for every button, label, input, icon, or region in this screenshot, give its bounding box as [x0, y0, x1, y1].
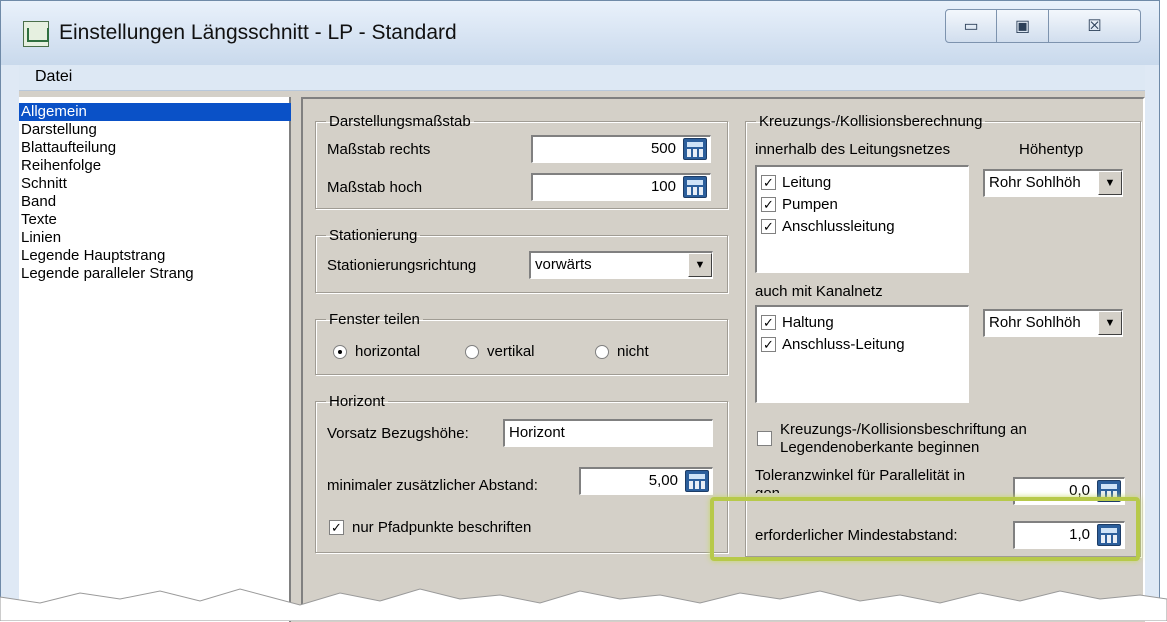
list-item-label: Leitung: [782, 173, 832, 191]
toleranzwinkel-line2: gon: [755, 485, 780, 493]
minimaler-abstand-field[interactable]: 5,00: [579, 467, 713, 495]
minimaler-abstand-value: 5,00: [648, 472, 678, 489]
pfadpunkte-checkbox[interactable]: ✓ nur Pfadpunkte beschriften: [329, 519, 531, 536]
list-item-label: Haltung: [782, 313, 834, 331]
category-item-allgemein[interactable]: Allgemein: [19, 103, 291, 121]
massstab-hoch-field[interactable]: 100: [531, 173, 711, 201]
checkmark-icon: ✓: [761, 315, 776, 330]
checkmark-icon: ✓: [329, 520, 344, 535]
group-title-stationierung: Stationierung: [329, 227, 418, 244]
list-item-label: Pumpen: [782, 195, 838, 213]
list-item-label: Anschluss-Leitung: [782, 335, 905, 353]
massstab-rechts-value: 500: [650, 140, 676, 157]
group-title-kreuzung-kollision: Kreuzungs-/Kollisionsberechnung: [759, 113, 983, 130]
minimaler-abstand-label: minimaler zusätzlicher Abstand:: [327, 477, 538, 494]
minimize-icon: ▭: [963, 18, 979, 35]
maximize-button[interactable]: ▣: [997, 9, 1049, 43]
radio-vertikal-label: vertikal: [487, 343, 535, 360]
group-title-horizont: Horizont: [329, 393, 385, 410]
radio-nicht-label: nicht: [617, 343, 649, 360]
vorsatz-bezugshoehe-input[interactable]: Horizont: [503, 419, 713, 447]
chevron-down-icon[interactable]: ▼: [688, 253, 712, 277]
list-item-label: Anschlussleitung: [782, 217, 895, 235]
radio-nicht[interactable]: nicht: [595, 343, 649, 360]
close-button[interactable]: ☒: [1049, 9, 1141, 43]
massstab-rechts-field[interactable]: 500: [531, 135, 711, 163]
list-item[interactable]: ✓ Anschlussleitung: [761, 215, 968, 237]
list-item[interactable]: ✓ Leitung: [761, 171, 968, 193]
torn-edge: [0, 588, 1167, 621]
category-list[interactable]: Allgemein Darstellung Blattaufteilung Re…: [19, 97, 291, 622]
radio-horizontal-label: horizontal: [355, 343, 421, 360]
stationierungsrichtung-value: vorwärts: [535, 256, 592, 273]
category-item-legende-hauptstrang[interactable]: Legende Hauptstrang: [19, 247, 289, 265]
kanal-hoehentyp-value: Rohr Sohlhöh: [989, 314, 1081, 331]
radio-dot-icon: [595, 344, 609, 359]
calculator-icon[interactable]: [685, 470, 709, 492]
category-item-schnitt[interactable]: Schnitt: [19, 175, 289, 193]
massstab-rechts-label: Maßstab rechts: [327, 141, 431, 158]
category-item-linien[interactable]: Linien: [19, 229, 289, 247]
menu-bar: Datei: [19, 65, 1145, 91]
group-title-darstellungsmassstab: Darstellungsmaßstab: [329, 113, 471, 130]
calculator-icon[interactable]: [683, 176, 707, 198]
beschriftung-label: Kreuzungs-/Kollisionsbeschriftung an Leg…: [780, 421, 1027, 457]
list-item[interactable]: ✓ Anschluss-Leitung: [761, 333, 968, 355]
checkmark-icon: ✓: [761, 197, 776, 212]
category-item-darstellung[interactable]: Darstellung: [19, 121, 289, 139]
minimize-button[interactable]: ▭: [945, 9, 997, 43]
checkmark-icon: ✓: [761, 219, 776, 234]
category-item-band[interactable]: Band: [19, 193, 289, 211]
calculator-icon[interactable]: [683, 138, 707, 160]
leitungsnetz-label: innerhalb des Leitungsnetzes: [755, 141, 951, 158]
checkmark-icon: ✓: [761, 175, 776, 190]
hoehentyp-select[interactable]: Rohr Sohlhöh ▼: [983, 169, 1123, 197]
menu-datei[interactable]: Datei: [35, 68, 72, 85]
vorsatz-bezugshoehe-value: Horizont: [509, 424, 565, 441]
kanalnetz-label: auch mit Kanalnetz: [755, 283, 883, 300]
window-title: Einstellungen Längsschnitt - LP - Standa…: [59, 21, 457, 44]
app-icon: [23, 21, 49, 47]
highlight-frame: [710, 497, 1140, 561]
list-item[interactable]: ✓ Haltung: [761, 311, 968, 333]
hoehentyp-value: Rohr Sohlhöh: [989, 174, 1081, 191]
title-bar: Einstellungen Längsschnitt - LP - Standa…: [1, 1, 1159, 65]
massstab-hoch-value: 100: [650, 178, 676, 195]
hoehentyp-label: Höhentyp: [1019, 141, 1084, 158]
beschriftung-line2: Legendenoberkante beginnen: [780, 439, 980, 456]
close-icon: ☒: [1087, 18, 1102, 35]
beschriftung-checkbox[interactable]: Kreuzungs-/Kollisionsbeschriftung an Leg…: [757, 421, 1027, 457]
beschriftung-line1: Kreuzungs-/Kollisionsbeschriftung an: [780, 421, 1027, 438]
radio-dot-icon: [465, 344, 479, 359]
radio-dot-icon: [333, 344, 347, 359]
maximize-icon: ▣: [1014, 18, 1031, 35]
vorsatz-bezugshoehe-label: Vorsatz Bezugshöhe:: [327, 425, 469, 442]
chevron-down-icon[interactable]: ▼: [1098, 171, 1122, 195]
stationierungsrichtung-label: Stationierungsrichtung: [327, 257, 477, 274]
massstab-hoch-label: Maßstab hoch: [327, 179, 423, 196]
radio-horizontal[interactable]: horizontal: [333, 343, 420, 360]
pfadpunkte-label: nur Pfadpunkte beschriften: [352, 519, 532, 536]
radio-vertikal[interactable]: vertikal: [465, 343, 535, 360]
chevron-down-icon[interactable]: ▼: [1098, 311, 1122, 335]
checkmark-icon: ✓: [761, 337, 776, 352]
checkbox-icon: [757, 431, 772, 446]
toleranzwinkel-line1: Toleranzwinkel für Parallelität in: [755, 467, 966, 484]
group-title-fenster-teilen: Fenster teilen: [329, 311, 420, 328]
kanal-hoehentyp-select[interactable]: Rohr Sohlhöh ▼: [983, 309, 1123, 337]
category-item-texte[interactable]: Texte: [19, 211, 289, 229]
leitungsnetz-list[interactable]: ✓ Leitung ✓ Pumpen ✓ Anschlussleitung: [755, 165, 969, 273]
kanalnetz-list[interactable]: ✓ Haltung ✓ Anschluss-Leitung: [755, 305, 969, 403]
window-controls: ▭ ▣ ☒: [945, 9, 1141, 43]
category-item-blattaufteilung[interactable]: Blattaufteilung: [19, 139, 289, 157]
toleranzwinkel-label: Toleranzwinkel für Parallelität in gon: [755, 467, 965, 493]
stationierungsrichtung-select[interactable]: vorwärts ▼: [529, 251, 713, 279]
category-item-legende-paralleler-strang[interactable]: Legende paralleler Strang: [19, 265, 289, 283]
category-item-reihenfolge[interactable]: Reihenfolge: [19, 157, 289, 175]
list-item[interactable]: ✓ Pumpen: [761, 193, 968, 215]
